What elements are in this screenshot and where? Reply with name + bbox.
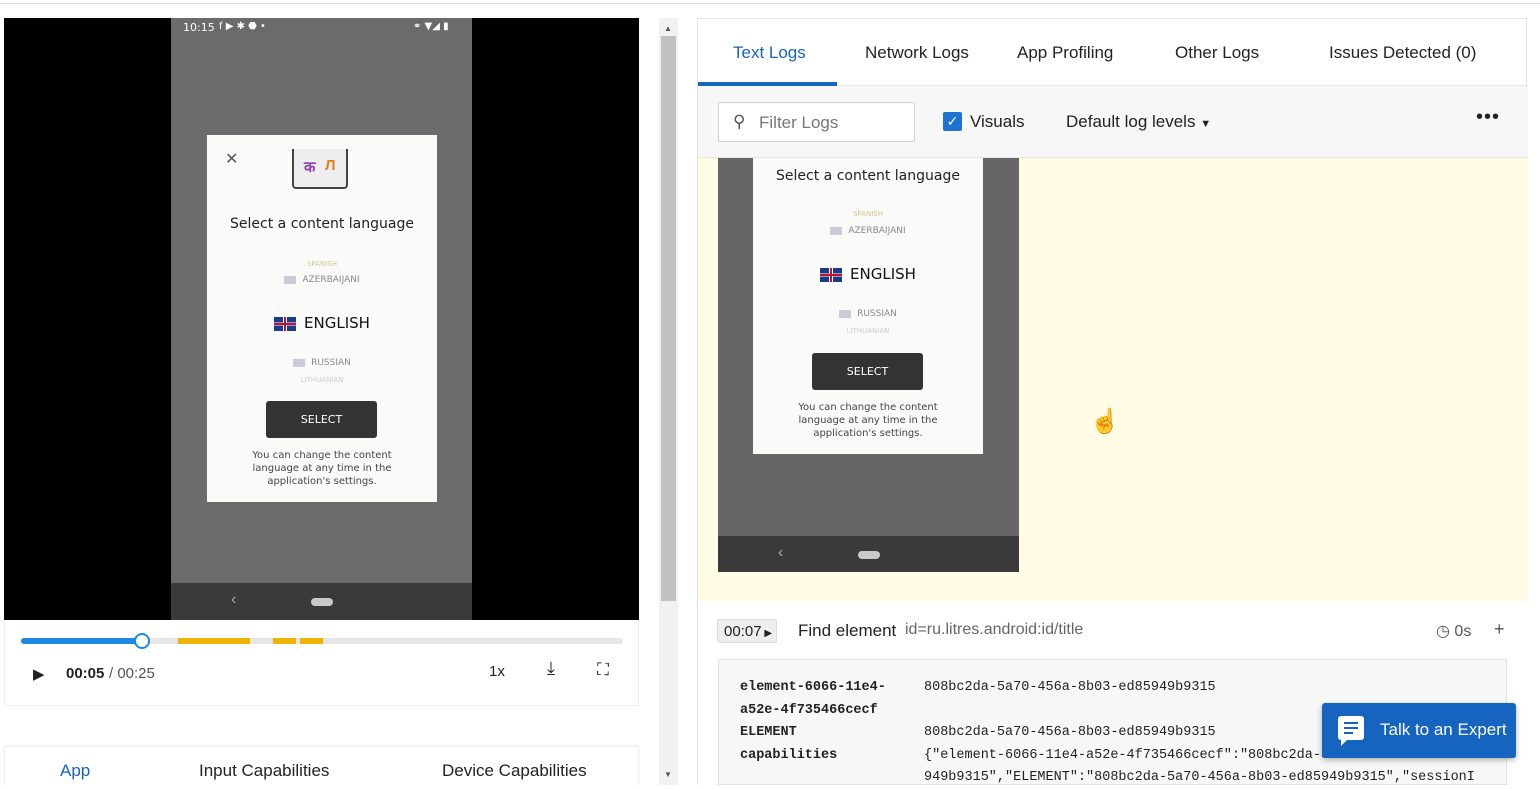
- log-tabs: Text Logs Network Logs App Profiling Oth…: [698, 18, 1528, 86]
- marker-segment: [178, 638, 250, 644]
- video-player[interactable]: 10:15 f ▶ ✱ ⬣ • ⚭ ▼◢ ▮ ✕ क Л Select a co…: [4, 18, 639, 620]
- android-nav-bar: ‹: [171, 583, 472, 620]
- phone-screen: 10:15 f ▶ ✱ ⬣ • ⚭ ▼◢ ▮ ✕ क Л Select a co…: [171, 18, 472, 620]
- seek-progress: [21, 638, 142, 644]
- clock-icon: ◷: [1436, 623, 1450, 640]
- marker-segment: [273, 638, 296, 644]
- visuals-checkbox[interactable]: ✓: [943, 112, 962, 131]
- log-command: Find element: [798, 621, 897, 640]
- detail-key: capabilities: [740, 748, 838, 763]
- caret-down-icon: ▼: [1200, 118, 1212, 130]
- home-icon[interactable]: [311, 598, 333, 606]
- home-icon: [858, 551, 880, 559]
- log-toolbar: ⚲ Filter Logs ✓ Visuals Default log leve…: [698, 86, 1528, 158]
- play-icon[interactable]: ▶: [33, 665, 45, 683]
- book-icon: क Л: [292, 149, 348, 189]
- language-option-selected[interactable]: ENGLISH: [207, 314, 437, 332]
- detail-key: element-6066-11e4-: [740, 680, 886, 695]
- filter-placeholder: Filter Logs: [759, 113, 839, 132]
- hand-cursor-icon: ☝: [1090, 408, 1120, 435]
- status-bar: 10:15 f ▶ ✱ ⬣ • ⚭ ▼◢ ▮: [171, 18, 472, 40]
- timestamp-badge[interactable]: 00:07 ▶: [717, 619, 777, 643]
- chat-label: Talk to an Expert: [1380, 720, 1507, 739]
- scrollbar[interactable]: ▲ ▼: [659, 18, 678, 785]
- language-option[interactable]: RUSSIAN: [207, 358, 437, 368]
- detail-key: a52e-4f735466cecf: [740, 703, 878, 718]
- log-levels-dropdown[interactable]: Default log levels ▼: [1066, 112, 1211, 132]
- status-time: 10:15: [183, 21, 215, 34]
- filter-logs-input[interactable]: ⚲ Filter Logs: [718, 102, 915, 142]
- scroll-down-icon[interactable]: ▼: [664, 770, 672, 779]
- detail-value: 949b9315","ELEMENT":"808bc2da-5a70-456a-…: [924, 770, 1475, 785]
- close-icon[interactable]: ✕: [225, 149, 238, 169]
- language-dialog: ✕ क Л Select a content language SPANISH …: [207, 135, 437, 502]
- duration: ◷ 0s: [1436, 623, 1472, 640]
- current-time: 00:05: [66, 665, 105, 682]
- screenshot-thumbnail[interactable]: Select a content language SPANISH AZERBA…: [718, 158, 1019, 572]
- tab-app-profiling[interactable]: App Profiling: [1017, 43, 1113, 63]
- tab-network-logs[interactable]: Network Logs: [865, 43, 969, 63]
- scroll-up-icon[interactable]: ▲: [664, 24, 672, 33]
- back-icon: ‹: [778, 544, 784, 561]
- fullscreen-icon[interactable]: ⛶: [597, 660, 609, 680]
- language-option[interactable]: AZERBAIJANI: [207, 275, 437, 285]
- marker-segment: [300, 638, 323, 644]
- scrollbar-thumb[interactable]: [661, 36, 676, 601]
- back-icon[interactable]: ‹: [231, 591, 236, 609]
- dialog-note: You can change the content language at a…: [252, 450, 392, 487]
- chat-icon: [1338, 716, 1364, 746]
- language-option[interactable]: LITHUANIAN: [207, 376, 437, 384]
- download-icon[interactable]: ⤓: [547, 658, 555, 679]
- capability-tabs: App Input Capabilities Device Capabiliti…: [4, 746, 639, 785]
- speed-button[interactable]: 1x: [489, 663, 505, 680]
- search-icon: ⚲: [733, 112, 746, 131]
- tab-app[interactable]: App: [60, 761, 90, 781]
- visuals-label[interactable]: Visuals: [970, 112, 1025, 132]
- language-option[interactable]: SPANISH: [207, 260, 437, 268]
- dialog-title: Select a content language: [230, 216, 414, 232]
- total-time: / 00:25: [109, 665, 155, 682]
- visual-log: Select a content language SPANISH AZERBA…: [698, 158, 1528, 601]
- uk-flag-icon: [820, 267, 843, 282]
- detail-value: 808bc2da-5a70-456a-8b03-ed85949b9315: [924, 680, 1216, 695]
- more-options-icon[interactable]: •••: [1476, 106, 1500, 129]
- tab-text-logs[interactable]: Text Logs: [733, 43, 806, 63]
- tab-other-logs[interactable]: Other Logs: [1175, 43, 1259, 63]
- detail-key: ELEMENT: [740, 725, 797, 740]
- tab-input-capabilities[interactable]: Input Capabilities: [199, 761, 329, 781]
- language-dialog-thumb: Select a content language SPANISH AZERBA…: [753, 158, 983, 454]
- player-controls: ▶ 00:05 / 00:25 1x ⤓ ⛶: [4, 620, 639, 706]
- logs-panel: Text Logs Network Logs App Profiling Oth…: [697, 18, 1528, 785]
- select-button[interactable]: SELECT: [266, 401, 377, 438]
- talk-to-expert-button[interactable]: Talk to an Expert: [1322, 703, 1516, 758]
- expand-icon[interactable]: +: [1494, 619, 1505, 640]
- seek-bar[interactable]: [21, 633, 623, 649]
- video-panel: 10:15 f ▶ ✱ ⬣ • ⚭ ▼◢ ▮ ✕ क Л Select a co…: [0, 0, 655, 785]
- signal-battery-icon: ⚭ ▼◢ ▮: [413, 21, 449, 32]
- android-nav-bar-thumb: ‹: [718, 536, 1019, 572]
- status-icons: f ▶ ✱ ⬣ •: [219, 21, 266, 32]
- seek-knob[interactable]: [134, 633, 150, 649]
- uk-flag-icon: [274, 316, 297, 331]
- log-argument: id=ru.litres.android:id/title: [905, 621, 1084, 638]
- tab-issues-detected[interactable]: Issues Detected (0): [1329, 43, 1476, 63]
- tab-device-capabilities[interactable]: Device Capabilities: [442, 761, 587, 781]
